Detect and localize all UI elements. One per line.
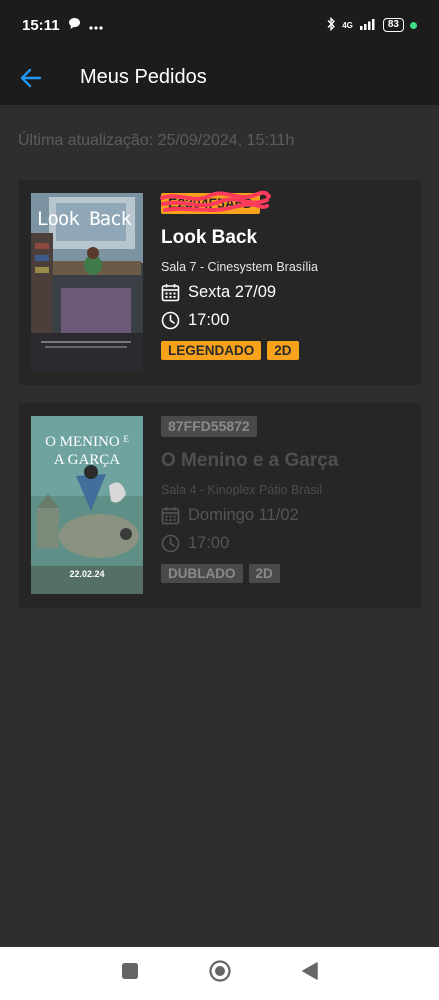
- network-type: 4G: [342, 20, 353, 30]
- date-row: Sexta 27/09: [161, 282, 411, 302]
- order-code-badge: 87FFD55872: [161, 416, 257, 437]
- page-title: Meus Pedidos: [80, 66, 207, 88]
- more-notifications-icon: [88, 17, 103, 34]
- movie-poster-look-back: Look Back: [31, 193, 143, 371]
- triangle-back-icon: [301, 962, 318, 980]
- movie-title: O Menino e a Garça: [161, 450, 339, 471]
- movie-poster-o-menino-e-a-garca: O MENINO E A GARÇA 22.02.24: [31, 416, 143, 594]
- room-and-cinema: Sala 7 - Cinesystem Brasília: [161, 260, 319, 274]
- last-update-text: Última atualização: 25/09/2024, 15:11h: [18, 132, 295, 149]
- session-time: 17:00: [188, 533, 230, 552]
- time-row: 17:00: [161, 310, 411, 330]
- session-time: 17:00: [188, 310, 230, 329]
- back-arrow-icon: [20, 68, 42, 87]
- status-time: 15:11: [22, 16, 60, 34]
- circle-icon: [208, 960, 231, 982]
- battery-indicator: 83: [382, 18, 404, 32]
- clock-icon: [161, 534, 180, 552]
- chat-notification-icon: [68, 17, 81, 34]
- poster-title-menino: O MENINO: [45, 434, 120, 450]
- session-date: Domingo 11/02: [188, 505, 299, 524]
- recent-apps-button[interactable]: [121, 962, 139, 985]
- status-right: 4G 83: [326, 16, 417, 34]
- room-and-cinema: Sala 4 - Kinoplex Pátio Brasil: [161, 483, 323, 497]
- clock-icon: [161, 311, 180, 329]
- time-row: 17:00: [161, 533, 411, 553]
- redaction-scribble: [160, 190, 271, 212]
- tag-language: DUBLADO: [161, 564, 243, 583]
- tag-format: 2D: [248, 564, 280, 583]
- app-bar: Meus Pedidos: [0, 50, 439, 105]
- order-code-badge: E2304F5A6D: [160, 190, 271, 214]
- poster-title-garca: A GARÇA: [53, 452, 121, 468]
- session-tags: LEGENDADO 2D: [161, 341, 411, 360]
- order-card-look-back[interactable]: Look Back E2304F5A6D Look Back Sala 7 - …: [18, 180, 421, 385]
- session-date: Sexta 27/09: [188, 282, 277, 301]
- calendar-icon: [161, 283, 180, 301]
- calendar-icon: [161, 506, 180, 524]
- order-card-o-menino-e-a-garca[interactable]: O MENINO E A GARÇA 22.02.24 87FFD55872 O…: [18, 403, 421, 608]
- session-tags: DUBLADO 2D: [161, 564, 411, 583]
- privacy-indicator-dot: [410, 21, 417, 29]
- date-row: Domingo 11/02: [161, 505, 411, 525]
- back-nav-button[interactable]: [301, 961, 319, 986]
- signal-icon: [359, 18, 377, 33]
- poster-release-date: 22.02.24: [69, 569, 105, 579]
- movie-title: Look Back: [161, 227, 258, 248]
- tag-format: 2D: [267, 341, 299, 360]
- tag-language: LEGENDADO: [161, 341, 262, 360]
- poster-title-text: Look Back: [37, 208, 132, 230]
- status-bar: 15:11 4G 83: [0, 0, 439, 50]
- status-left: 15:11: [22, 17, 103, 34]
- poster-title-e: E: [123, 434, 129, 444]
- order-info: 87FFD55872 O Menino e a Garça Sala 4 - K…: [161, 416, 411, 583]
- system-navigation-bar: [0, 947, 439, 1000]
- order-code: 87FFD55872: [168, 418, 250, 434]
- poster-title-line-1: O MENINO E: [31, 434, 143, 451]
- back-button[interactable]: [0, 50, 62, 105]
- bluetooth-icon: [326, 16, 336, 34]
- square-icon: [121, 963, 138, 979]
- home-button[interactable]: [208, 960, 231, 987]
- order-info: E2304F5A6D Look Back Sala 7 - Cinesystem…: [160, 190, 411, 360]
